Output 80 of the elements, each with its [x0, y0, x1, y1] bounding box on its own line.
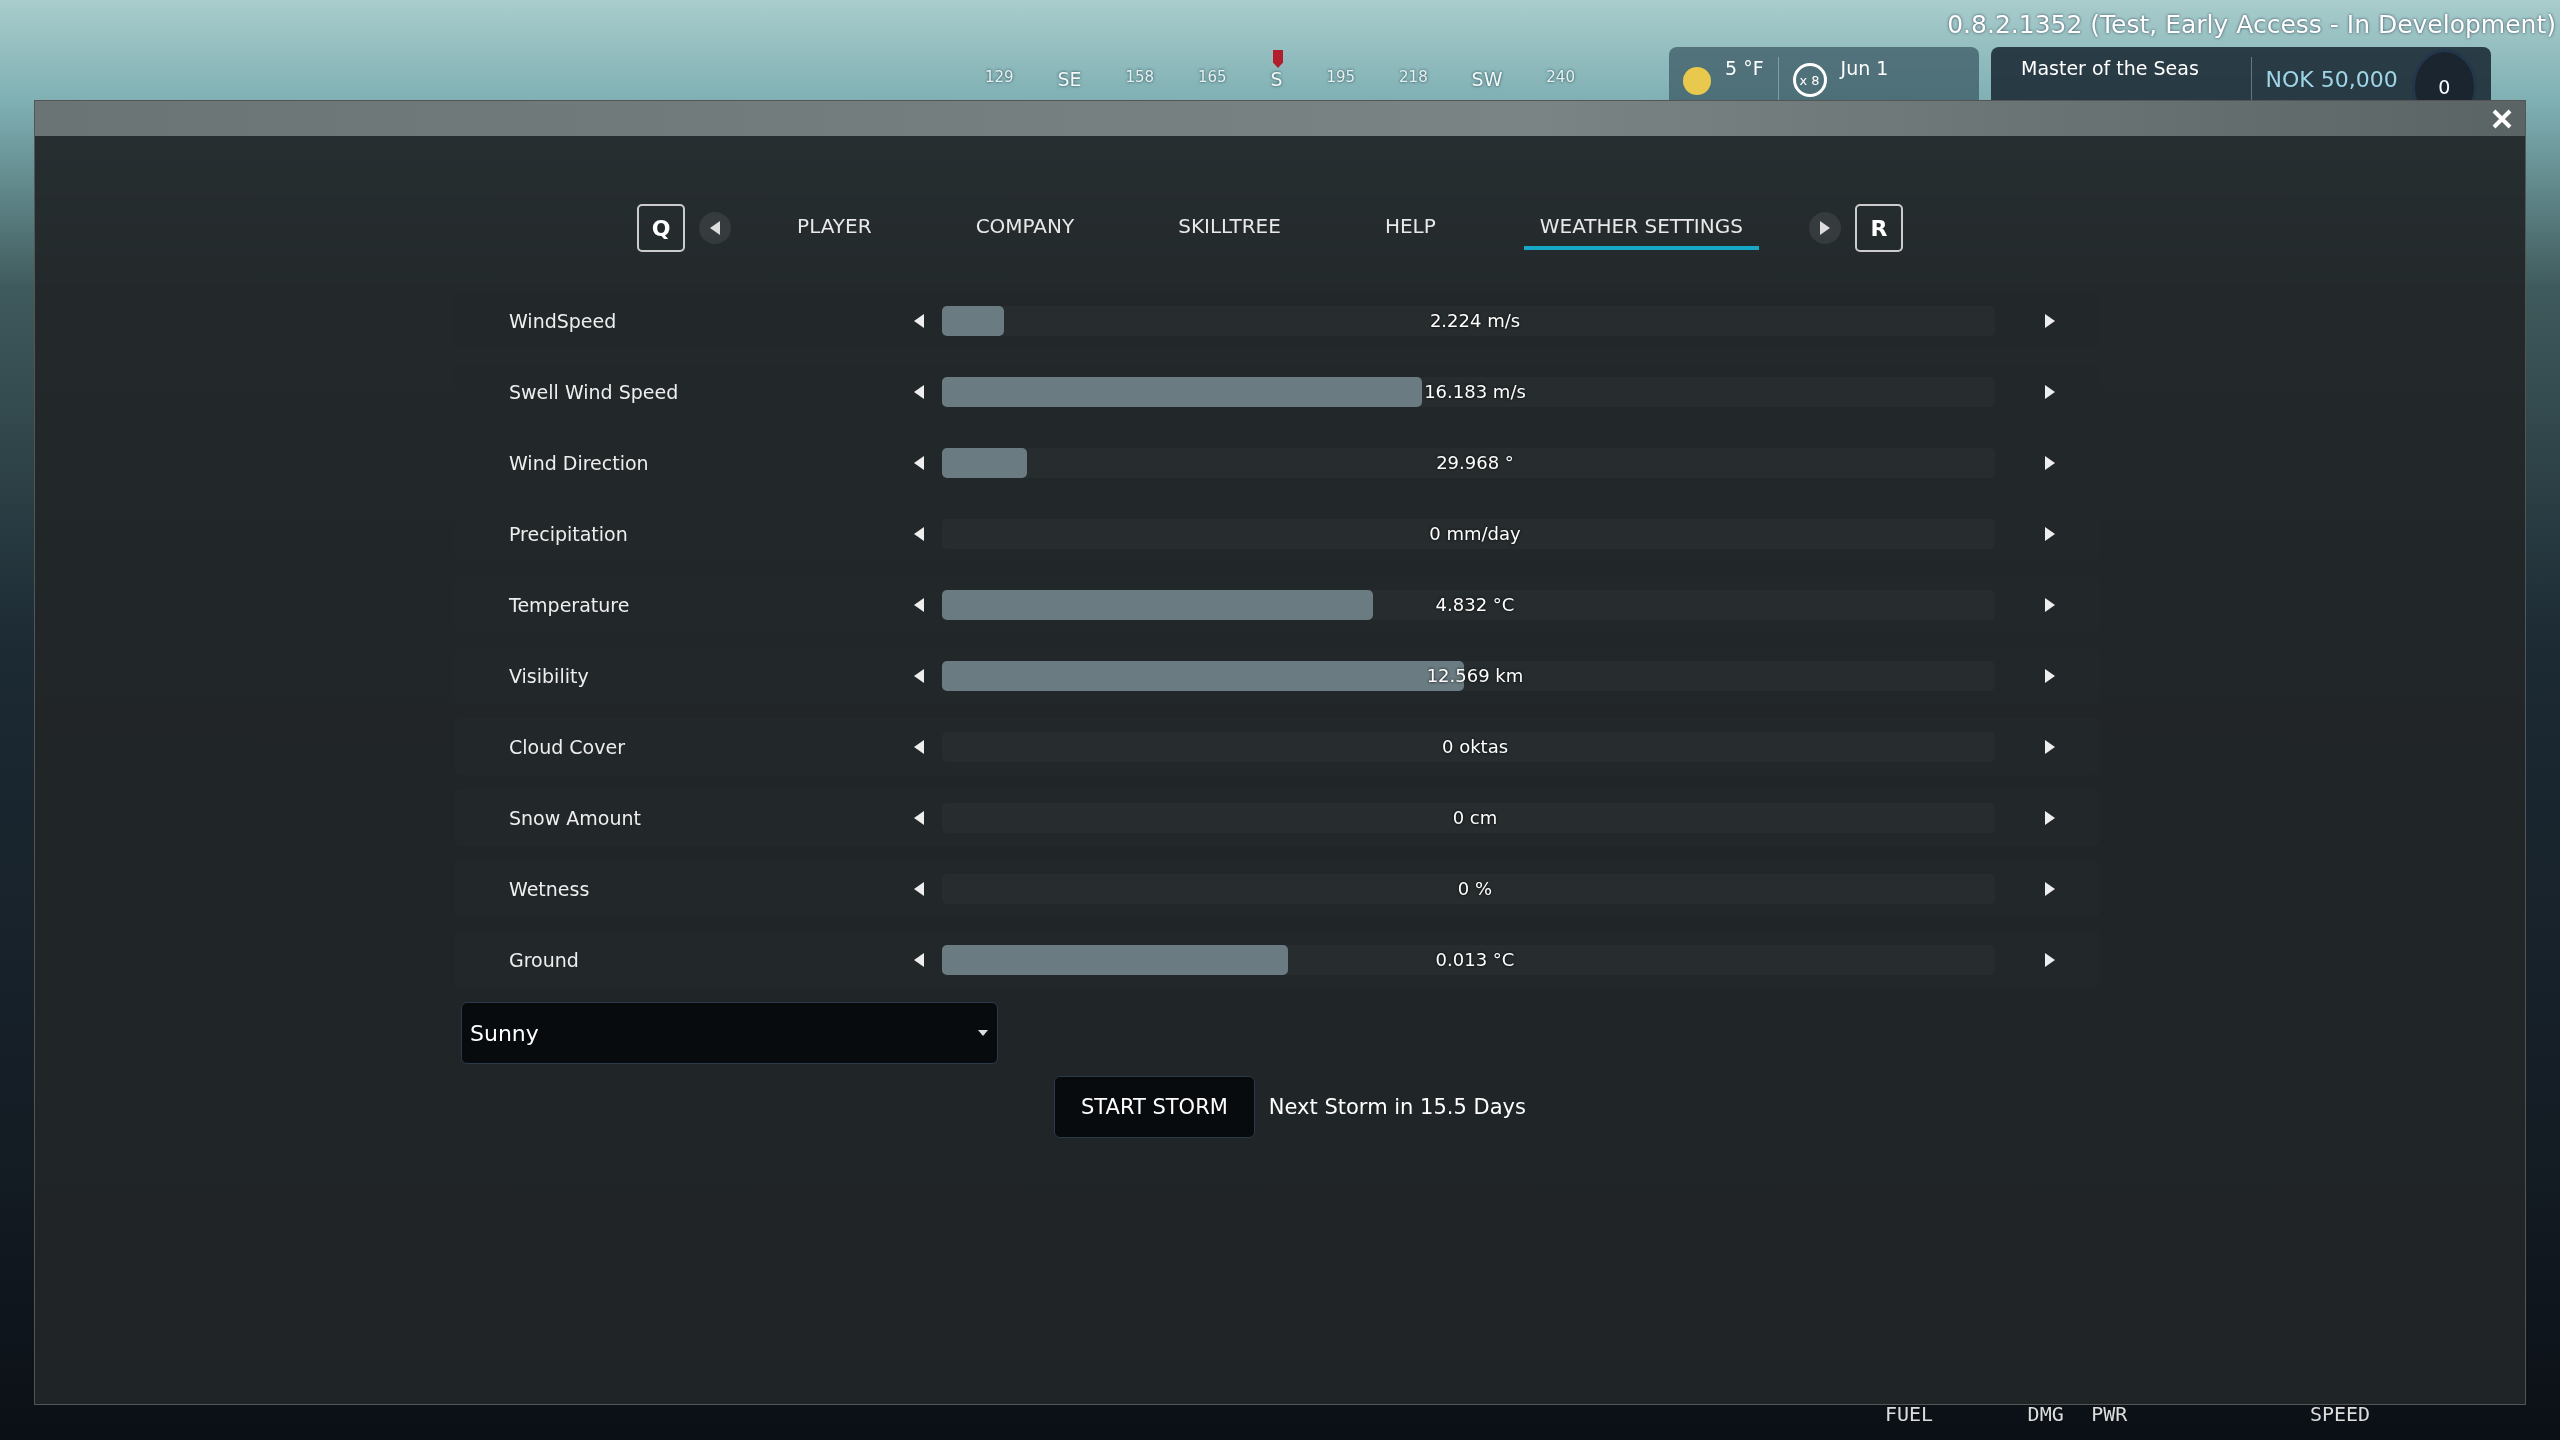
setting-value: 0.013 °C: [1435, 949, 1515, 970]
setting-value: 0 mm/day: [1429, 523, 1521, 544]
compass-label: SW: [1471, 68, 1503, 90]
compass-label: 195: [1326, 68, 1356, 88]
setting-label: Cloud Cover: [508, 735, 626, 758]
setting-label: Ground: [508, 948, 580, 971]
compass-label: S: [1270, 68, 1283, 90]
version-text: 0.8.2.1352 (Test, Early Access - In Development): [1947, 10, 2556, 39]
slider-fill[interactable]: [942, 447, 1028, 478]
slider-fill[interactable]: [942, 944, 1289, 975]
right-triangle-icon: [2044, 596, 2056, 613]
left-triangle-icon: [913, 809, 925, 826]
left-triangle-icon: [709, 220, 722, 236]
left-triangle-icon: [913, 951, 925, 968]
money-text: NOK 50,000: [2265, 67, 2398, 92]
setting-value: 2.224 m/s: [1429, 310, 1521, 331]
right-triangle-icon: [2044, 880, 2056, 897]
setting-value: 0 oktas: [1441, 736, 1509, 757]
gauge-label: SPEED: [2309, 1402, 2372, 1426]
setting-value: 4.832 °C: [1435, 594, 1515, 615]
dropdown-caret-icon: [977, 1029, 989, 1037]
setting-value: 29.968 °: [1436, 452, 1514, 473]
right-triangle-icon: [2044, 809, 2056, 826]
slider-fill[interactable]: [942, 305, 1005, 336]
left-triangle-icon: [913, 525, 925, 542]
tab[interactable]: SKILLTREE: [1162, 206, 1297, 250]
compass-label: SE: [1057, 68, 1082, 90]
previous-key-button[interactable]: Q: [637, 204, 686, 252]
left-triangle-icon: [913, 596, 925, 613]
right-triangle-icon: [2044, 951, 2056, 968]
tab[interactable]: WEATHER SETTINGS: [1523, 206, 1759, 250]
tab[interactable]: COMPANY: [959, 206, 1091, 250]
left-triangle-icon: [913, 454, 925, 471]
compass-label: 240: [1546, 68, 1575, 88]
setting-value: 0 cm: [1452, 807, 1498, 828]
setting-label: Temperature: [508, 593, 631, 616]
heading-marker-icon: [1273, 50, 1283, 68]
rank-title: Master of the Seas: [2021, 57, 2200, 79]
gauge-label: DMG: [2027, 1402, 2065, 1426]
tab[interactable]: HELP: [1368, 206, 1452, 250]
right-triangle-icon: [1818, 220, 1831, 236]
setting-label: Wind Direction: [508, 451, 650, 474]
setting-value: 16.183 m/s: [1424, 381, 1526, 402]
temperature-text: 5 °F: [1725, 57, 1764, 79]
sun-icon: [1683, 67, 1711, 95]
setting-label: Wetness: [508, 877, 591, 900]
right-triangle-icon: [2044, 454, 2056, 471]
slider-fill[interactable]: [942, 589, 1373, 620]
weather-preset-dropdown[interactable]: Sunny: [461, 1002, 998, 1064]
left-triangle-icon: [913, 312, 925, 329]
gauge-label: PWR: [2091, 1402, 2129, 1426]
compass-label: 129: [985, 68, 1014, 88]
right-triangle-icon: [2044, 383, 2056, 400]
compass-label: 218: [1399, 68, 1428, 88]
date-text: Jun 1: [1840, 57, 1889, 79]
setting-label: Precipitation: [508, 522, 629, 545]
right-triangle-icon: [2044, 312, 2056, 329]
left-triangle-icon: [913, 738, 925, 755]
compass-label: 165: [1198, 68, 1227, 88]
right-triangle-icon: [2044, 738, 2056, 755]
setting-label: Snow Amount: [508, 806, 642, 829]
time-speed-icon: x 8: [1792, 63, 1827, 97]
setting-label: Visibility: [508, 664, 590, 687]
right-triangle-icon: [2044, 667, 2056, 684]
gauge-label: FUEL: [1885, 1402, 1935, 1426]
slider-fill[interactable]: [942, 376, 1423, 407]
compass-label: 158: [1125, 68, 1155, 88]
setting-label: WindSpeed: [508, 309, 618, 332]
left-triangle-icon: [913, 667, 925, 684]
next-key-button[interactable]: R: [1854, 204, 1903, 252]
left-triangle-icon: [913, 880, 925, 897]
next-tab-button[interactable]: [1808, 212, 1841, 244]
right-triangle-icon: [2044, 525, 2056, 542]
start-storm-button[interactable]: START STORM: [1054, 1076, 1255, 1138]
previous-tab-button[interactable]: [699, 212, 732, 244]
storm-status-text: Next Storm in 15.5 Days: [1268, 1095, 1526, 1119]
setting-label: Swell Wind Speed: [508, 380, 680, 403]
setting-value: 0 %: [1457, 878, 1493, 899]
tab[interactable]: PLAYER: [781, 206, 888, 250]
left-triangle-icon: [913, 383, 925, 400]
